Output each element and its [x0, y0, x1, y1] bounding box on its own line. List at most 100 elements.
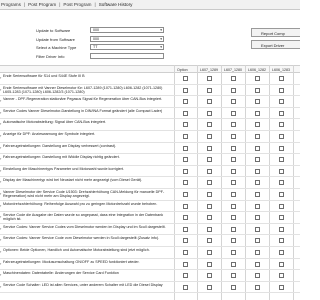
table-row[interactable]: › Automatische Motorabstellung: Signal üb…	[0, 119, 300, 131]
row-selector-icon[interactable]: ›	[0, 249, 1, 254]
checkbox-l606-1282[interactable]	[255, 215, 260, 221]
table-row[interactable]: › Vanner Dieselmotor der Service Code U15…	[0, 189, 300, 201]
breadcrumb-item-post-program[interactable]: Post Program	[28, 2, 56, 7]
update-from-select[interactable]: 000 ▾	[90, 35, 164, 42]
checkbox-l606-1282[interactable]	[255, 110, 260, 116]
checkbox-l607-1280[interactable]	[231, 261, 236, 267]
checkbox-l606-1282[interactable]	[255, 284, 260, 290]
checkbox-l607-1289[interactable]	[207, 226, 212, 232]
table-row[interactable]: › Einstellung der Maschinentyps Parameter…	[0, 166, 300, 178]
checkbox-l607-1289[interactable]	[207, 238, 212, 244]
checkbox-l607-1280[interactable]	[231, 87, 236, 93]
checkbox-l606-1282[interactable]	[255, 145, 260, 151]
row-selector-icon[interactable]: ›	[0, 133, 1, 138]
checkbox-l607-1280[interactable]	[231, 191, 236, 197]
checkbox-l607-1280[interactable]	[231, 145, 236, 151]
checkbox-l607-1289[interactable]	[207, 145, 212, 151]
checkbox-option[interactable]	[183, 249, 188, 255]
checkbox-l607-1280[interactable]	[231, 249, 236, 255]
checkbox-l606-1282[interactable]	[255, 168, 260, 174]
machine-type-select[interactable]: TT ▾	[90, 44, 164, 50]
row-selector-icon[interactable]: ›	[0, 156, 1, 161]
row-selector-icon[interactable]: ›	[0, 191, 1, 196]
checkbox-l606-1283[interactable]	[279, 191, 284, 197]
table-row[interactable]: › Service Codes: Vanner Service Code vom …	[0, 235, 300, 247]
column-header-l607-1289[interactable]: L607_1289	[200, 68, 218, 72]
checkbox-l607-1280[interactable]	[231, 226, 236, 232]
table-row[interactable]: › Ende Seriensoftware für S14 und S44E St…	[0, 73, 300, 85]
checkbox-l607-1289[interactable]	[207, 133, 212, 139]
update-to-select[interactable]: 000 ▾	[90, 27, 164, 33]
checkbox-l606-1282[interactable]	[255, 249, 260, 255]
checkbox-option[interactable]	[183, 133, 188, 139]
checkbox-option[interactable]	[183, 215, 188, 221]
checkbox-option[interactable]	[183, 145, 188, 151]
row-selector-icon[interactable]: ›	[0, 87, 1, 92]
table-row[interactable]: › Maschinendaten: Datentabelle: Änderunge…	[0, 270, 300, 282]
export-button[interactable]: Export Driver	[251, 40, 300, 49]
checkbox-l606-1283[interactable]	[279, 215, 284, 221]
checkbox-option[interactable]	[183, 261, 188, 267]
row-selector-icon[interactable]: ›	[0, 179, 1, 184]
checkbox-option[interactable]	[183, 110, 188, 116]
checkbox-l606-1282[interactable]	[255, 76, 260, 81]
row-selector-icon[interactable]: ›	[0, 110, 1, 115]
checkbox-l607-1289[interactable]	[207, 180, 212, 186]
checkbox-option[interactable]	[183, 238, 188, 244]
checkbox-l606-1283[interactable]	[279, 133, 284, 139]
checkbox-l607-1280[interactable]	[231, 180, 236, 186]
table-row[interactable]: › Ende Seriensoftware mit Vanner Dieselmo…	[0, 85, 300, 97]
checkbox-l607-1280[interactable]	[231, 133, 236, 139]
checkbox-l607-1289[interactable]	[207, 203, 212, 209]
checkbox-l607-1289[interactable]	[207, 261, 212, 267]
checkbox-l607-1289[interactable]	[207, 191, 212, 197]
checkbox-option[interactable]	[183, 76, 188, 81]
checkbox-l606-1282[interactable]	[255, 122, 260, 128]
checkbox-option[interactable]	[183, 284, 188, 290]
table-row[interactable]: › Optionen: Beide Optionen, Handlich und …	[0, 247, 300, 259]
checkbox-l607-1280[interactable]	[231, 215, 236, 221]
checkbox-l606-1283[interactable]	[279, 110, 284, 116]
checkbox-l607-1280[interactable]	[231, 157, 236, 163]
checkbox-l607-1289[interactable]	[207, 76, 212, 81]
checkbox-l606-1283[interactable]	[279, 157, 284, 163]
checkbox-l606-1283[interactable]	[279, 238, 284, 244]
checkbox-l607-1289[interactable]	[207, 110, 212, 116]
checkbox-l606-1283[interactable]	[279, 203, 284, 209]
checkbox-l607-1280[interactable]	[231, 238, 236, 244]
checkbox-l606-1283[interactable]	[279, 180, 284, 186]
checkbox-option[interactable]	[183, 99, 188, 105]
row-selector-icon[interactable]: ›	[0, 98, 1, 103]
checkbox-l606-1282[interactable]	[255, 133, 260, 139]
checkbox-l606-1283[interactable]	[279, 249, 284, 255]
table-row[interactable]: › Display der Maschinentyp wird bei Neust…	[0, 177, 300, 189]
checkbox-l606-1283[interactable]	[279, 273, 284, 279]
row-selector-icon[interactable]: ›	[0, 237, 1, 242]
checkbox-l607-1280[interactable]	[231, 76, 236, 81]
checkbox-l607-1289[interactable]	[207, 273, 212, 279]
checkbox-l607-1280[interactable]	[231, 99, 236, 105]
checkbox-l607-1289[interactable]	[207, 215, 212, 221]
table-row[interactable]: › Fahrzeugeinstellungen: Modusumschaltung…	[0, 259, 300, 271]
checkbox-l607-1280[interactable]	[231, 273, 236, 279]
row-selector-icon[interactable]: ›	[0, 226, 1, 231]
checkbox-option[interactable]	[183, 157, 188, 163]
table-row[interactable]: › Service Code die Ausgabe der Daten wurd…	[0, 212, 300, 224]
checkbox-l607-1280[interactable]	[231, 110, 236, 116]
table-row[interactable]: › Fahrzeugeinstellungen: Darstellung am D…	[0, 143, 300, 155]
checkbox-l607-1289[interactable]	[207, 157, 212, 163]
table-row[interactable]: › Vanner - DPF-Regeneration stationäre Pe…	[0, 96, 300, 108]
checkbox-l606-1283[interactable]	[279, 168, 284, 174]
checkbox-option[interactable]	[183, 273, 188, 279]
row-selector-icon[interactable]: ›	[0, 261, 1, 266]
column-header-l606-1283[interactable]: L606_1283	[272, 68, 290, 72]
table-row[interactable]: › Service Codes: Vanner Service Codes vom…	[0, 224, 300, 236]
table-row[interactable]: › Service Code Schalter: LED ist allen Se…	[0, 282, 300, 294]
checkbox-option[interactable]	[183, 168, 188, 174]
checkbox-l606-1283[interactable]	[279, 99, 284, 105]
checkbox-option[interactable]	[183, 87, 188, 93]
checkbox-l606-1283[interactable]	[279, 122, 284, 128]
checkbox-option[interactable]	[183, 122, 188, 128]
checkbox-l606-1282[interactable]	[255, 87, 260, 93]
checkbox-l606-1282[interactable]	[255, 157, 260, 163]
